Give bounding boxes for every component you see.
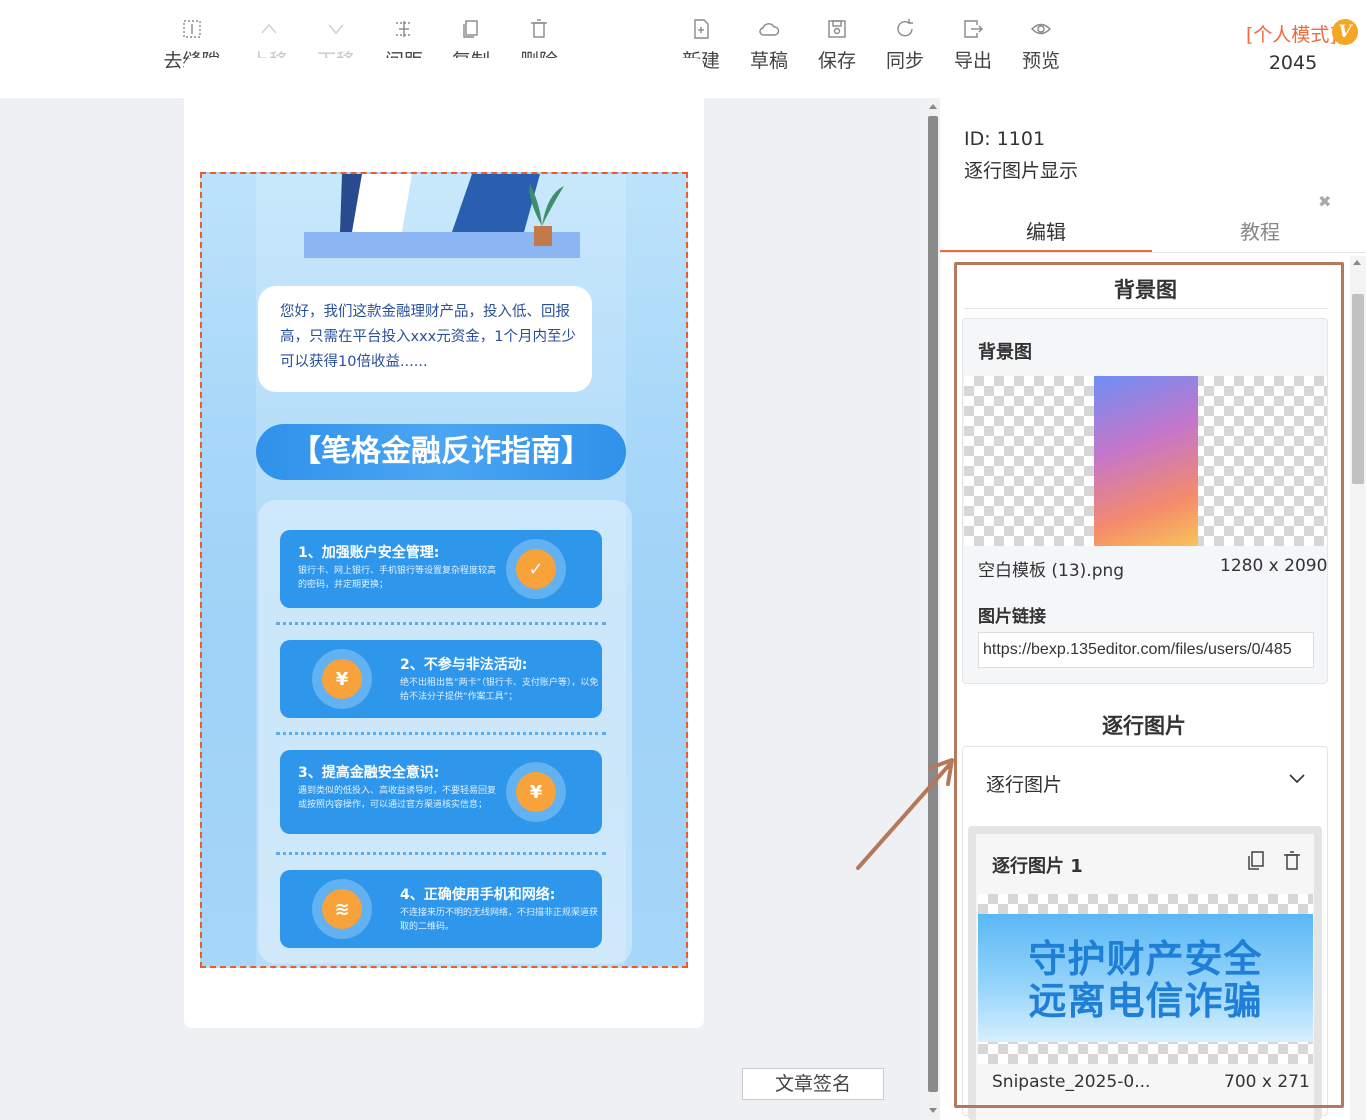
vip-badge-icon: V: [1332, 19, 1358, 45]
export-button[interactable]: 导出: [939, 18, 1007, 80]
poster-title: 【笔格金融反诈指南】: [256, 424, 626, 480]
eye-icon: [1031, 23, 1051, 35]
money-bag-icon: ¥: [506, 762, 566, 822]
save-button[interactable]: 保存: [803, 18, 871, 80]
scrollbar-thumb[interactable]: [1352, 294, 1364, 484]
tip-title: 3、提高金融安全意识:: [298, 765, 440, 781]
tab-edit[interactable]: 编辑: [940, 216, 1152, 252]
chevron-up-icon: [261, 23, 277, 34]
tip-card: 1、加强账户安全管理: 银行卡、网上银行、手机银行等设置复杂程度较高的密码，并定…: [280, 530, 602, 608]
coin-icon: ¥: [312, 649, 372, 709]
tip-title: 4、正确使用手机和网络:: [400, 887, 556, 903]
sync-button[interactable]: 同步: [871, 18, 939, 80]
scroll-up-arrow-icon[interactable]: [929, 104, 937, 109]
panel-scrollbar[interactable]: [1350, 256, 1366, 1120]
sync-icon: [897, 19, 913, 37]
tab-tutorial[interactable]: 教程: [1154, 216, 1366, 252]
tip-title: 1、加强账户安全管理:: [298, 545, 440, 561]
copy-icon: [463, 20, 478, 38]
tip-desc: 绝不出租出售“两卡”（银行卡、支付账户等），以免给不法分子提供“作案工具”；: [400, 678, 599, 702]
trash-icon: [531, 19, 547, 38]
workspace-scrollbar[interactable]: [926, 98, 940, 1120]
tip-card: ¥ 2、不参与非法活动: 绝不出租出售“两卡”（银行卡、支付账户等），以免给不法…: [280, 640, 602, 718]
tip-desc: 遇到类似的低投入、高收益诱导时，不要轻易回复或按照内容操作，可以通过官方渠道核实…: [298, 786, 497, 810]
cloud-icon: [759, 23, 780, 36]
phone-wifi-icon: ≋: [312, 879, 372, 939]
preview-button[interactable]: 预览: [1007, 18, 1075, 80]
tools-icon[interactable]: ✖: [1318, 192, 1331, 211]
bubble-text: 您好，我们这款金融理财产品，投入低、回报高，只需在平台投入xxx元资金，1个月内…: [280, 304, 576, 370]
person-laptop-illustration: [304, 174, 580, 258]
speech-bubble: 您好，我们这款金融理财产品，投入低、回报高，只需在平台投入xxx元资金，1个月内…: [258, 286, 592, 392]
personal-mode-link[interactable]: [个人模式]: [1246, 20, 1337, 47]
export-icon: [964, 20, 983, 38]
selected-poster-block[interactable]: 您好，我们这款金融理财产品，投入低、回报高，只需在平台投入xxx元资金，1个月内…: [200, 172, 688, 968]
tip-desc: 银行卡、网上银行、手机银行等设置复杂程度较高的密码，并定期更换；: [298, 566, 497, 590]
scroll-up-arrow-icon[interactable]: [1353, 260, 1361, 265]
divider: [276, 732, 606, 735]
scroll-down-arrow-icon[interactable]: [929, 1108, 937, 1113]
annotation-arrow-icon: [856, 758, 954, 870]
divider: [276, 852, 606, 855]
chevron-down-icon: [328, 24, 344, 35]
save-icon: [828, 20, 846, 38]
component-name: 逐行图片显示: [964, 160, 1079, 182]
component-id: ID: 1101: [964, 128, 1046, 150]
tip-card: 3、提高金融安全意识: 遇到类似的低投入、高收益诱导时，不要轻易回复或按照内容操…: [280, 750, 602, 834]
scrollbar-thumb[interactable]: [928, 116, 938, 1092]
shield-icon: ✓: [506, 539, 566, 599]
divider: [276, 622, 606, 625]
tip-card: ≋ 4、正确使用手机和网络: 不连接来历不明的无线网络，不扫描非正规渠道获取的二…: [280, 870, 602, 948]
gap-icon: [183, 20, 201, 38]
annotation-highlight-box: [954, 262, 1344, 1108]
spacing-icon: [396, 21, 412, 37]
new-file-icon: [694, 19, 709, 39]
article-signature-button[interactable]: 文章签名: [742, 1068, 884, 1100]
tab-divider: [940, 252, 1366, 253]
count-display: 2045: [1268, 52, 1318, 74]
tip-desc: 不连接来历不明的无线网络，不扫描非正规渠道获取的二维码。: [400, 908, 599, 932]
draft-button[interactable]: 草稿: [735, 18, 803, 80]
tip-title: 2、不参与非法活动:: [400, 657, 528, 673]
